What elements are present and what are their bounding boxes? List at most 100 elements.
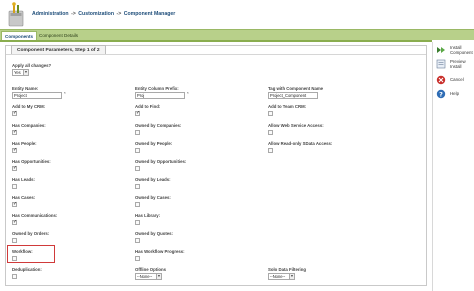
add-team-crm-checkbox[interactable] bbox=[268, 111, 273, 116]
deduplication-label: Deduplication: bbox=[12, 267, 42, 272]
owned-orders-checkbox[interactable] bbox=[12, 238, 17, 243]
has-opportunities-checkbox[interactable] bbox=[12, 165, 17, 171]
offline-options-field: Offline Options --None-- ▼ bbox=[135, 267, 166, 280]
add-team-crm-label: Add to Team CRM: bbox=[268, 104, 307, 109]
allow-sdata-checkbox[interactable] bbox=[268, 148, 273, 153]
has-library-checkbox[interactable] bbox=[135, 220, 140, 225]
has-opportunities-label: Has Opportunities: bbox=[12, 159, 51, 164]
entity-prefix-field: Entity Column Prefix: Proj * bbox=[135, 86, 189, 99]
cancel-button[interactable]: Cancel bbox=[436, 75, 474, 87]
add-find-field: Add to Find: bbox=[135, 104, 160, 116]
panel-divider bbox=[6, 54, 426, 55]
breadcrumb-separator: -> bbox=[71, 11, 76, 17]
svg-text:?: ? bbox=[439, 90, 443, 98]
tag-input[interactable]: Project_Component bbox=[268, 92, 318, 99]
allow-web-service-field: Allow Web Service Access: bbox=[268, 123, 324, 135]
owned-cases-checkbox[interactable] bbox=[135, 202, 140, 207]
breadcrumb-component-manager[interactable]: Component Manager bbox=[124, 11, 176, 17]
toolbox-icon bbox=[8, 2, 24, 27]
add-find-label: Add to Find: bbox=[135, 104, 161, 109]
required-marker: * bbox=[187, 91, 189, 96]
allow-web-service-checkbox[interactable] bbox=[268, 130, 273, 135]
tag-field: Tag with Component Name Project_Componen… bbox=[268, 86, 323, 99]
breadcrumb-administration[interactable]: Administration bbox=[32, 11, 69, 17]
owned-companies-checkbox[interactable] bbox=[135, 130, 140, 135]
deduplication-field: Deduplication: bbox=[12, 267, 42, 279]
has-library-field: Has Library: bbox=[135, 213, 160, 225]
entity-name-field: Entity Name: Project * bbox=[12, 86, 66, 99]
preview-install-button[interactable]: Preview Install bbox=[436, 59, 474, 73]
owned-opportunities-checkbox[interactable] bbox=[135, 166, 140, 171]
owned-orders-label: Owned by Orders: bbox=[12, 231, 50, 236]
chevron-down-icon: ▼ bbox=[23, 70, 28, 75]
workflow-highlight-box bbox=[7, 245, 55, 263]
add-team-crm-field: Add to Team CRM: bbox=[268, 104, 306, 116]
preview-icon bbox=[436, 59, 446, 69]
tab-bar: Components Component Details bbox=[0, 29, 474, 41]
install-component-button[interactable]: Install Component bbox=[436, 45, 474, 59]
entity-prefix-label: Entity Column Prefix: bbox=[135, 86, 179, 91]
owned-cases-label: Owned by Cases: bbox=[135, 195, 171, 200]
allow-sdata-field: Allow Read-only SData Access: bbox=[268, 141, 332, 153]
install-label-line2: Component bbox=[450, 50, 473, 55]
has-cases-label: Has Cases: bbox=[12, 195, 36, 200]
has-workflow-progress-checkbox[interactable] bbox=[135, 256, 140, 261]
has-leads-checkbox[interactable] bbox=[12, 184, 17, 189]
owned-leads-checkbox[interactable] bbox=[135, 184, 140, 189]
owned-cases-field: Owned by Cases: bbox=[135, 195, 171, 207]
owned-quotes-field: Owned by Quotes: bbox=[135, 231, 173, 243]
has-cases-checkbox[interactable] bbox=[12, 201, 17, 207]
owned-people-checkbox[interactable] bbox=[135, 148, 140, 153]
has-communications-field: Has Communications: bbox=[12, 213, 57, 225]
has-companies-label: Has Companies: bbox=[12, 123, 46, 128]
component-parameters-panel: Component Parameters, Step 1 of 2 Apply … bbox=[5, 45, 427, 286]
offline-options-select[interactable]: --None-- ▼ bbox=[135, 273, 162, 280]
has-leads-label: Has Leads: bbox=[12, 177, 35, 182]
apply-all-label: Apply all changes? bbox=[12, 63, 52, 68]
chevron-down-icon: ▼ bbox=[156, 274, 161, 279]
entity-name-label: Entity Name: bbox=[12, 86, 39, 91]
has-leads-field: Has Leads: bbox=[12, 177, 35, 189]
page-header: Administration -> Customization -> Compo… bbox=[0, 0, 474, 29]
install-icon bbox=[437, 47, 445, 53]
help-icon: ? bbox=[436, 89, 446, 98]
owned-quotes-label: Owned by Quotes: bbox=[135, 231, 173, 236]
apply-all-field: Apply all changes? Yes ▼ bbox=[12, 63, 51, 76]
owned-leads-label: Owned by Leads: bbox=[135, 177, 171, 182]
has-people-checkbox[interactable] bbox=[12, 147, 17, 153]
chevron-down-icon: ▼ bbox=[289, 274, 294, 279]
tag-label: Tag with Component Name bbox=[268, 86, 324, 91]
cancel-icon bbox=[436, 75, 446, 85]
breadcrumb-customization[interactable]: Customization bbox=[78, 11, 114, 17]
add-find-checkbox[interactable] bbox=[135, 110, 140, 116]
entity-name-input[interactable]: Project bbox=[12, 92, 62, 99]
solo-filtering-select[interactable]: --None-- ▼ bbox=[268, 273, 295, 280]
solo-filtering-value: --None-- bbox=[270, 274, 286, 279]
tab-bar-divider bbox=[0, 40, 432, 42]
help-label: Help bbox=[450, 91, 460, 96]
help-button[interactable]: ? Help bbox=[436, 89, 474, 101]
has-communications-checkbox[interactable] bbox=[12, 219, 17, 225]
owned-quotes-checkbox[interactable] bbox=[135, 238, 140, 243]
has-workflow-progress-label: Has Workflow Progress: bbox=[135, 249, 185, 254]
deduplication-checkbox[interactable] bbox=[12, 274, 17, 279]
owned-leads-field: Owned by Leads: bbox=[135, 177, 171, 189]
offline-options-label: Offline Options bbox=[135, 267, 167, 272]
breadcrumb: Administration -> Customization -> Compo… bbox=[32, 11, 175, 17]
owned-companies-label: Owned by Companies: bbox=[135, 123, 182, 128]
apply-all-value: Yes bbox=[14, 70, 21, 75]
allow-web-service-label: Allow Web Service Access: bbox=[268, 123, 324, 128]
solo-filtering-label: Solo Data Filtering bbox=[268, 267, 306, 272]
solo-filtering-field: Solo Data Filtering --None-- ▼ bbox=[268, 267, 306, 280]
preview-label-line2: Install bbox=[450, 64, 462, 69]
add-my-crm-label: Add to My CRM: bbox=[12, 104, 46, 109]
owned-companies-field: Owned by Companies: bbox=[135, 123, 181, 135]
add-my-crm-checkbox[interactable] bbox=[12, 110, 17, 116]
has-people-label: Has People: bbox=[12, 141, 37, 146]
apply-all-select[interactable]: Yes ▼ bbox=[12, 69, 29, 76]
owned-orders-field: Owned by Orders: bbox=[12, 231, 49, 243]
entity-prefix-input[interactable]: Proj bbox=[135, 92, 185, 99]
add-my-crm-field: Add to My CRM: bbox=[12, 104, 45, 116]
has-cases-field: Has Cases: bbox=[12, 195, 35, 207]
has-companies-checkbox[interactable] bbox=[12, 129, 17, 135]
